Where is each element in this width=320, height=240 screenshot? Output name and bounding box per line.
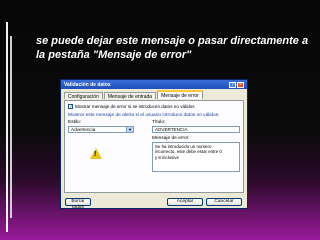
- dialog-titlebar: Validación de datos ? ×: [61, 80, 247, 89]
- decorative-bars: [6, 22, 12, 232]
- warning-icon-mark: !: [94, 151, 97, 158]
- tab-strip: Configuración Mensaje de entrada Mensaje…: [64, 90, 204, 100]
- chevron-down-icon[interactable]: ▼: [126, 127, 133, 132]
- title-input[interactable]: ADVERTENCIA: [152, 126, 240, 133]
- help-button[interactable]: ?: [229, 81, 236, 88]
- cancel-button[interactable]: Cancelar: [206, 198, 242, 206]
- style-select-value: Advertencia: [71, 127, 96, 132]
- style-label: Estilo:: [68, 120, 82, 125]
- instruction-text: Mostrar este mensaje de alerta si el usu…: [68, 113, 220, 118]
- show-error-checkbox[interactable]: ✓: [68, 104, 73, 110]
- decorative-bar: [6, 22, 8, 232]
- tab-mensaje-error[interactable]: Mensaje de error: [157, 90, 203, 99]
- ok-button[interactable]: Aceptar: [167, 198, 203, 206]
- slide-headline: se puede dejar este mensaje o pasar dire…: [36, 35, 309, 61]
- tab-panel: ✓ Mostrar mensaje de error si se introdu…: [64, 100, 244, 193]
- tab-mensaje-entrada[interactable]: Mensaje de entrada: [103, 92, 157, 100]
- error-message-label: Mensaje de error:: [152, 136, 190, 141]
- tab-configuracion[interactable]: Configuración: [64, 92, 103, 100]
- show-error-checkbox-label: Mostrar mensaje de error si se introduce…: [75, 104, 195, 109]
- style-select[interactable]: Advertencia ▼: [68, 126, 134, 133]
- decorative-bar: [10, 36, 12, 218]
- close-button[interactable]: ×: [237, 81, 244, 88]
- dialog-title: Validación de datos: [64, 81, 111, 88]
- show-error-checkbox-row[interactable]: ✓ Mostrar mensaje de error si se introdu…: [68, 104, 195, 110]
- data-validation-dialog: Validación de datos ? × Configuración Me…: [60, 79, 248, 210]
- clear-all-button[interactable]: Borrar todos: [65, 198, 91, 210]
- title-label: Título:: [152, 120, 166, 125]
- error-message-textarea[interactable]: Se ha introducido un numero incorrecto, …: [152, 142, 240, 172]
